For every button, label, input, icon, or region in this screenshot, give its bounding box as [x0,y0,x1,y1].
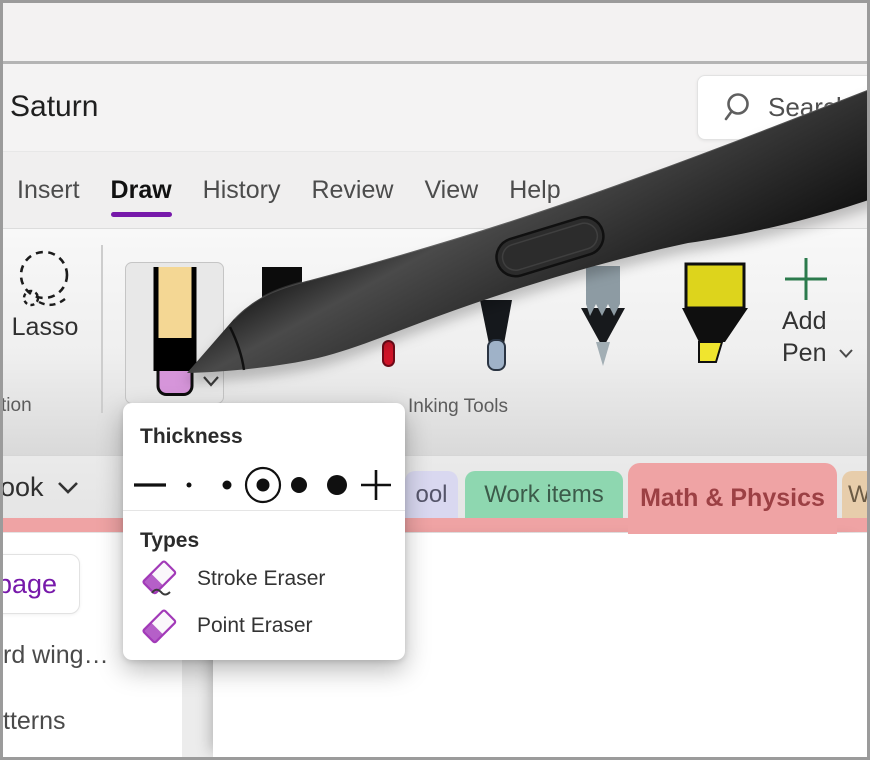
notebook-dropdown[interactable]: ook [0,472,79,503]
add-pen-label-line2[interactable]: Pen [782,339,854,368]
section-tab-1[interactable]: Work items [465,471,623,518]
black-pen-icon[interactable] [258,265,304,345]
thickness-heading: Thickness [140,425,243,449]
page-list-item[interactable]: rd wing… [3,641,109,670]
page-list: rd wing… tterns [3,641,109,760]
add-page-button[interactable]: page [0,554,80,614]
stroke-eraser-icon [137,557,181,601]
ribbon-tab-draw[interactable]: Draw [111,176,172,205]
toolbar-group-divider [101,245,103,413]
thickness-option-dot-5[interactable] [327,475,347,495]
ribbon-tab-history[interactable]: History [203,176,281,205]
thickness-option-dot-4[interactable] [291,477,307,493]
stroke-eraser-option[interactable]: Stroke Eraser [123,556,405,602]
eraser-icon [153,267,196,396]
blue-pen-icon[interactable] [478,298,514,372]
section-tab-2[interactable]: Math & Physics [628,463,837,534]
eraser-tool-button[interactable] [125,262,224,404]
lasso-label: Lasso [10,313,80,342]
thickness-option-dot-2[interactable] [223,481,232,490]
notebook-chevron-icon [57,481,79,495]
thickness-option-increase-6[interactable] [361,470,391,500]
appbar: Saturn Search [0,64,870,152]
types-heading: Types [140,529,199,553]
section-tab-0[interactable]: ool [405,471,458,518]
add-pen-plus-icon[interactable] [782,255,830,303]
titlebar [0,0,870,64]
panel-divider [123,510,405,511]
inking-tools-group-label: Inking Tools [408,396,508,418]
lasso-select-button[interactable] [10,249,78,313]
onenote-window: Saturn Search Insert Draw History Review Vie… [0,0,870,760]
ribbon-tab-review[interactable]: Review [311,176,393,205]
ribbon-tab-strip: Insert Draw History Review View Help [0,152,870,229]
point-eraser-option[interactable]: Point Eraser [123,603,405,649]
notebook-name: ook [0,472,44,503]
point-eraser-icon [137,604,181,648]
ribbon-tab-help[interactable]: Help [509,176,560,205]
thickness-option-dot-3[interactable] [246,468,280,502]
point-eraser-label: Point Eraser [197,614,313,638]
search-box[interactable]: Search [697,75,870,140]
add-page-label: page [0,569,57,600]
selection-group-label: tion [1,395,32,417]
search-placeholder: Search [768,92,850,123]
ribbon-tab-view[interactable]: View [424,176,478,205]
thickness-row [123,459,405,509]
add-pen-chevron-icon [838,348,854,359]
stroke-eraser-label: Stroke Eraser [197,567,325,591]
add-pen-label-line1[interactable]: Add [782,307,826,336]
pencil-icon[interactable] [577,266,629,370]
eraser-dropdown-chevron-icon[interactable] [202,373,220,391]
thickness-option-dot-1[interactable] [187,483,192,488]
ribbon-tab-insert[interactable]: Insert [17,176,80,205]
section-tab-3[interactable]: W [842,471,870,518]
search-icon [724,92,756,124]
eraser-options-dropdown: Thickness Types Stroke Eraser [123,403,405,660]
red-pen-icon[interactable] [379,339,397,369]
notebook-title: Saturn [10,90,98,124]
highlighter-icon[interactable] [680,262,750,364]
lasso-icon [10,249,78,313]
page-list-item[interactable]: tterns [3,707,109,736]
